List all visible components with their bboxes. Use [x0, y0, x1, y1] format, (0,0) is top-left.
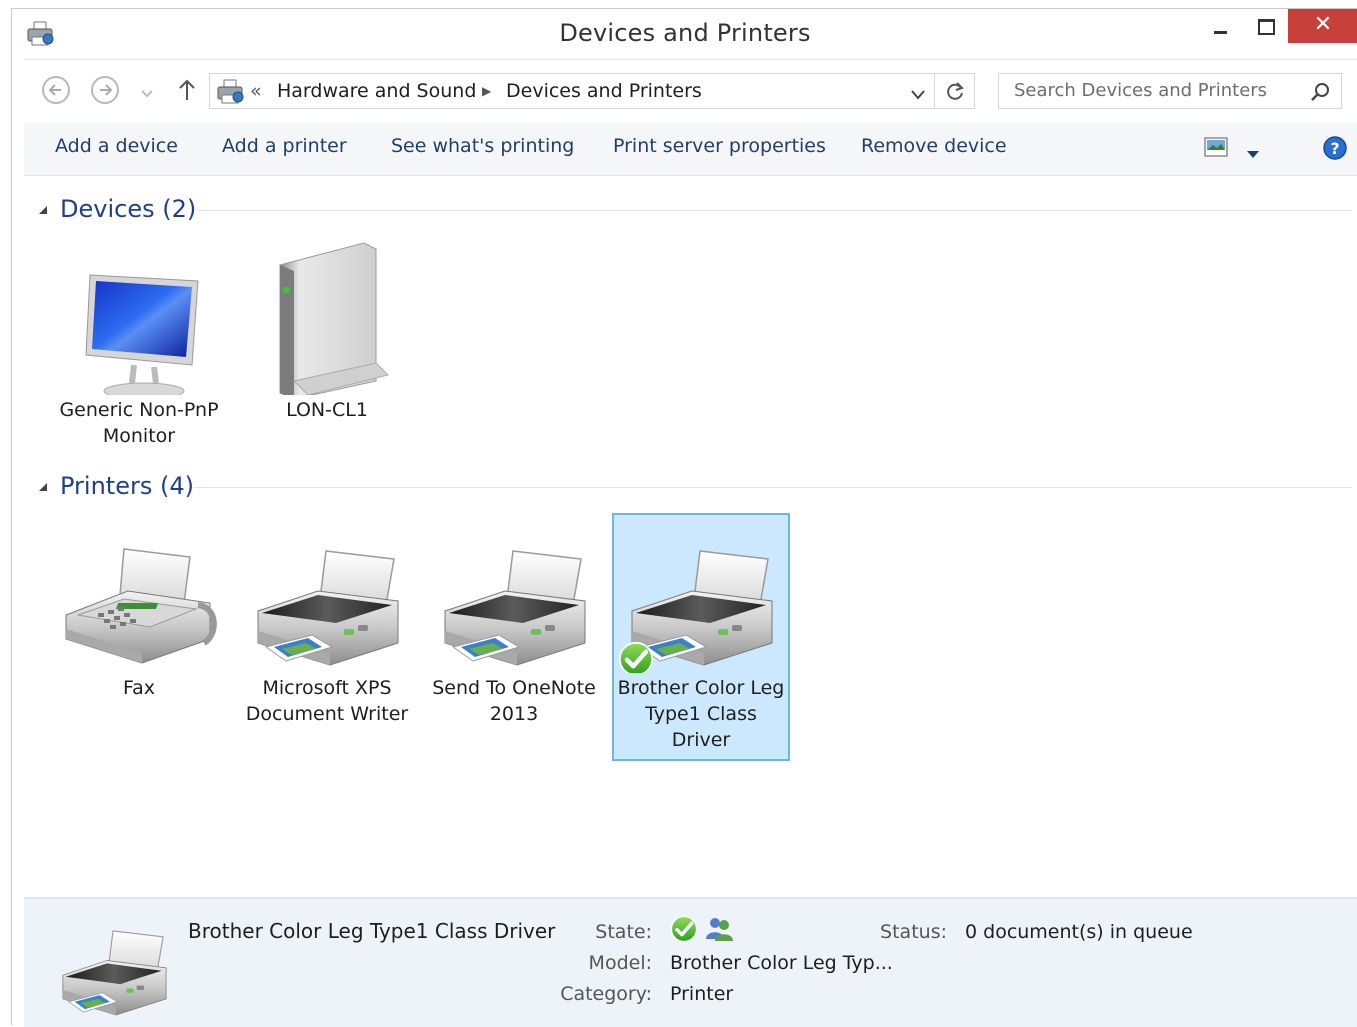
- breadcrumb-separator-icon[interactable]: ▶: [482, 84, 491, 98]
- collapse-triangle-icon[interactable]: [38, 205, 48, 215]
- printer-icon: [612, 550, 773, 673]
- refresh-button[interactable]: [934, 74, 975, 108]
- item-label: Fax: [122, 677, 156, 699]
- devices-group-label: Devices (2): [60, 195, 197, 223]
- minimize-button[interactable]: [1196, 9, 1242, 43]
- computer-tower-icon: [279, 242, 389, 395]
- forward-arrow-icon: [100, 84, 113, 96]
- search-input[interactable]: Search Devices and Printers: [998, 73, 1342, 109]
- printer-item-onenote[interactable]: Send To OneNote 2013: [425, 513, 603, 763]
- chevron-down-icon: [1247, 151, 1259, 158]
- details-model-value: Brother Color Leg Typ...: [670, 952, 893, 974]
- title-bar[interactable]: Devices and Printers ✕: [12, 9, 1357, 59]
- change-view-button[interactable]: [1204, 137, 1228, 161]
- item-label: Send To OneNote 2013: [432, 677, 596, 725]
- printer-item-fax[interactable]: Fax: [50, 513, 228, 763]
- maximize-button[interactable]: [1242, 9, 1288, 43]
- breadcrumb-overflow[interactable]: «: [250, 80, 262, 102]
- printer-icon: [444, 550, 586, 666]
- item-label: Generic Non-PnP Monitor: [59, 399, 219, 447]
- details-category-label: Category:: [560, 983, 652, 1005]
- address-row: « Hardware and Sound ▶ Devices and Print…: [24, 59, 1357, 124]
- close-button[interactable]: ✕: [1288, 9, 1357, 43]
- close-icon: ✕: [1313, 12, 1333, 37]
- monitor-icon: [85, 274, 199, 395]
- details-status-value: 0 document(s) in queue: [965, 921, 1193, 943]
- printer-icon: [62, 930, 167, 1016]
- details-category-value: Printer: [670, 983, 734, 1005]
- refresh-icon: [947, 82, 964, 100]
- chevron-down-icon: [911, 90, 925, 100]
- breadcrumb-devices-and-printers[interactable]: Devices and Printers: [506, 80, 702, 102]
- printer-item-xps-writer[interactable]: Microsoft XPS Document Writer: [238, 513, 416, 763]
- search-icon[interactable]: [1309, 81, 1331, 107]
- devices-printers-window: Devices and Printers ✕ « Hardware and So…: [11, 8, 1357, 1027]
- add-printer-button[interactable]: Add a printer: [222, 135, 347, 157]
- view-icon: [1204, 137, 1228, 157]
- forward-button[interactable]: [91, 76, 119, 104]
- back-arrow-icon: [48, 84, 61, 96]
- details-device-name: Brother Color Leg Type1 Class Driver: [188, 919, 556, 943]
- view-options-dropdown[interactable]: [1246, 145, 1260, 164]
- remove-device-button[interactable]: Remove device: [861, 135, 1007, 157]
- devices-printers-icon: [216, 79, 246, 109]
- default-printer-check-icon: [620, 643, 652, 673]
- printer-icon: [257, 550, 399, 666]
- up-arrow-icon: [179, 79, 195, 100]
- group-divider: [198, 210, 1352, 211]
- shared-users-icon: [706, 918, 733, 941]
- up-button[interactable]: [177, 78, 197, 106]
- state-ok-icon: [670, 915, 698, 943]
- window-title: Devices and Printers: [559, 19, 811, 47]
- details-status-label: Status:: [880, 921, 947, 943]
- chevron-down-icon: [141, 90, 153, 98]
- maximize-icon: [1258, 19, 1275, 35]
- item-label: Brother Color Leg Type1 Class Driver: [617, 677, 785, 751]
- address-dropdown-button[interactable]: [910, 86, 926, 105]
- details-pane: Brother Color Leg Type1 Class Driver Sta…: [24, 897, 1357, 1027]
- breadcrumb-hardware-and-sound[interactable]: Hardware and Sound: [277, 80, 476, 102]
- command-bar: Add a device Add a printer See what's pr…: [24, 123, 1357, 176]
- back-button[interactable]: [42, 76, 70, 104]
- help-icon: ?: [1323, 136, 1347, 160]
- details-state-label: State:: [595, 921, 652, 943]
- address-bar[interactable]: « Hardware and Sound ▶ Devices and Print…: [209, 73, 975, 109]
- item-label: LON-CL1: [286, 399, 368, 421]
- item-label: Microsoft XPS Document Writer: [245, 677, 409, 725]
- print-server-properties-button[interactable]: Print server properties: [613, 135, 826, 157]
- printer-item-brother[interactable]: Brother Color Leg Type1 Class Driver: [612, 513, 790, 761]
- collapse-triangle-icon[interactable]: [38, 482, 48, 492]
- recent-locations-button[interactable]: [140, 84, 154, 103]
- help-button[interactable]: ?: [1322, 135, 1348, 165]
- add-device-button[interactable]: Add a device: [55, 135, 178, 157]
- group-divider: [194, 487, 1352, 488]
- search-placeholder: Search Devices and Printers: [1014, 80, 1268, 101]
- device-item-monitor[interactable]: Generic Non-PnP Monitor: [50, 235, 228, 465]
- minimize-icon: [1214, 31, 1227, 34]
- svg-text:?: ?: [1330, 139, 1339, 158]
- see-whats-printing-button[interactable]: See what's printing: [391, 135, 574, 157]
- printers-group-label: Printers (4): [60, 472, 194, 500]
- fax-icon: [50, 513, 228, 673]
- details-model-label: Model:: [588, 952, 652, 974]
- device-item-lon-cl1[interactable]: LON-CL1: [238, 235, 416, 465]
